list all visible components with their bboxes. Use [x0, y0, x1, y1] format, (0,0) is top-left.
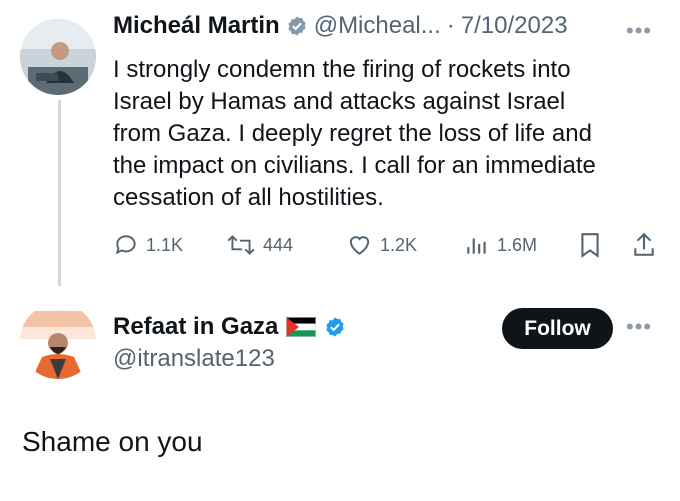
verified-badge-icon	[324, 316, 346, 338]
reply-avatar-image	[20, 303, 96, 379]
author-name[interactable]: Micheál Martin	[113, 12, 280, 40]
palestine-flag-icon	[286, 317, 317, 337]
separator-dot: ·	[446, 12, 455, 39]
like-count: 1.2K	[380, 234, 418, 255]
like-icon	[349, 236, 370, 255]
reply-text: Shame on you	[22, 426, 203, 457]
views-icon	[467, 238, 486, 254]
more-icon[interactable]: •••	[626, 316, 652, 338]
retweet-button[interactable]: 444	[226, 232, 293, 258]
follow-button[interactable]: Follow	[502, 308, 613, 349]
reply-author-handle[interactable]: @itranslate123	[113, 345, 275, 373]
reply-header: Refaat in Gaza	[113, 313, 346, 341]
share-icon	[634, 232, 654, 256]
views-count: 1.6M	[497, 234, 538, 255]
reply-count: 1.1K	[146, 234, 184, 255]
author-avatar-image	[20, 19, 96, 95]
author-handle[interactable]: @Micheal...	[314, 12, 441, 40]
thread-connector-line	[58, 100, 61, 286]
author-avatar[interactable]	[20, 19, 96, 95]
reply-icon	[115, 235, 136, 255]
reply-button[interactable]: 1.1K	[113, 232, 183, 258]
retweet-icon	[227, 235, 255, 255]
like-button[interactable]: 1.2K	[346, 232, 417, 258]
reply-avatar[interactable]	[20, 303, 96, 379]
views-button[interactable]: 1.6M	[464, 232, 537, 258]
tweet-date[interactable]: 7/10/2023	[461, 12, 568, 40]
share-button[interactable]	[631, 232, 657, 263]
retweet-count: 444	[263, 234, 294, 255]
tweet-header: Micheál Martin @Micheal... · 7/10/2023	[113, 12, 568, 40]
bookmark-button[interactable]	[579, 232, 601, 263]
tweet-text: I strongly condemn the firing of rockets…	[113, 56, 596, 211]
reply-author-name[interactable]: Refaat in Gaza	[113, 313, 278, 341]
verified-badge-icon	[286, 15, 308, 37]
more-icon[interactable]: •••	[626, 20, 652, 42]
bookmark-icon	[581, 233, 599, 258]
